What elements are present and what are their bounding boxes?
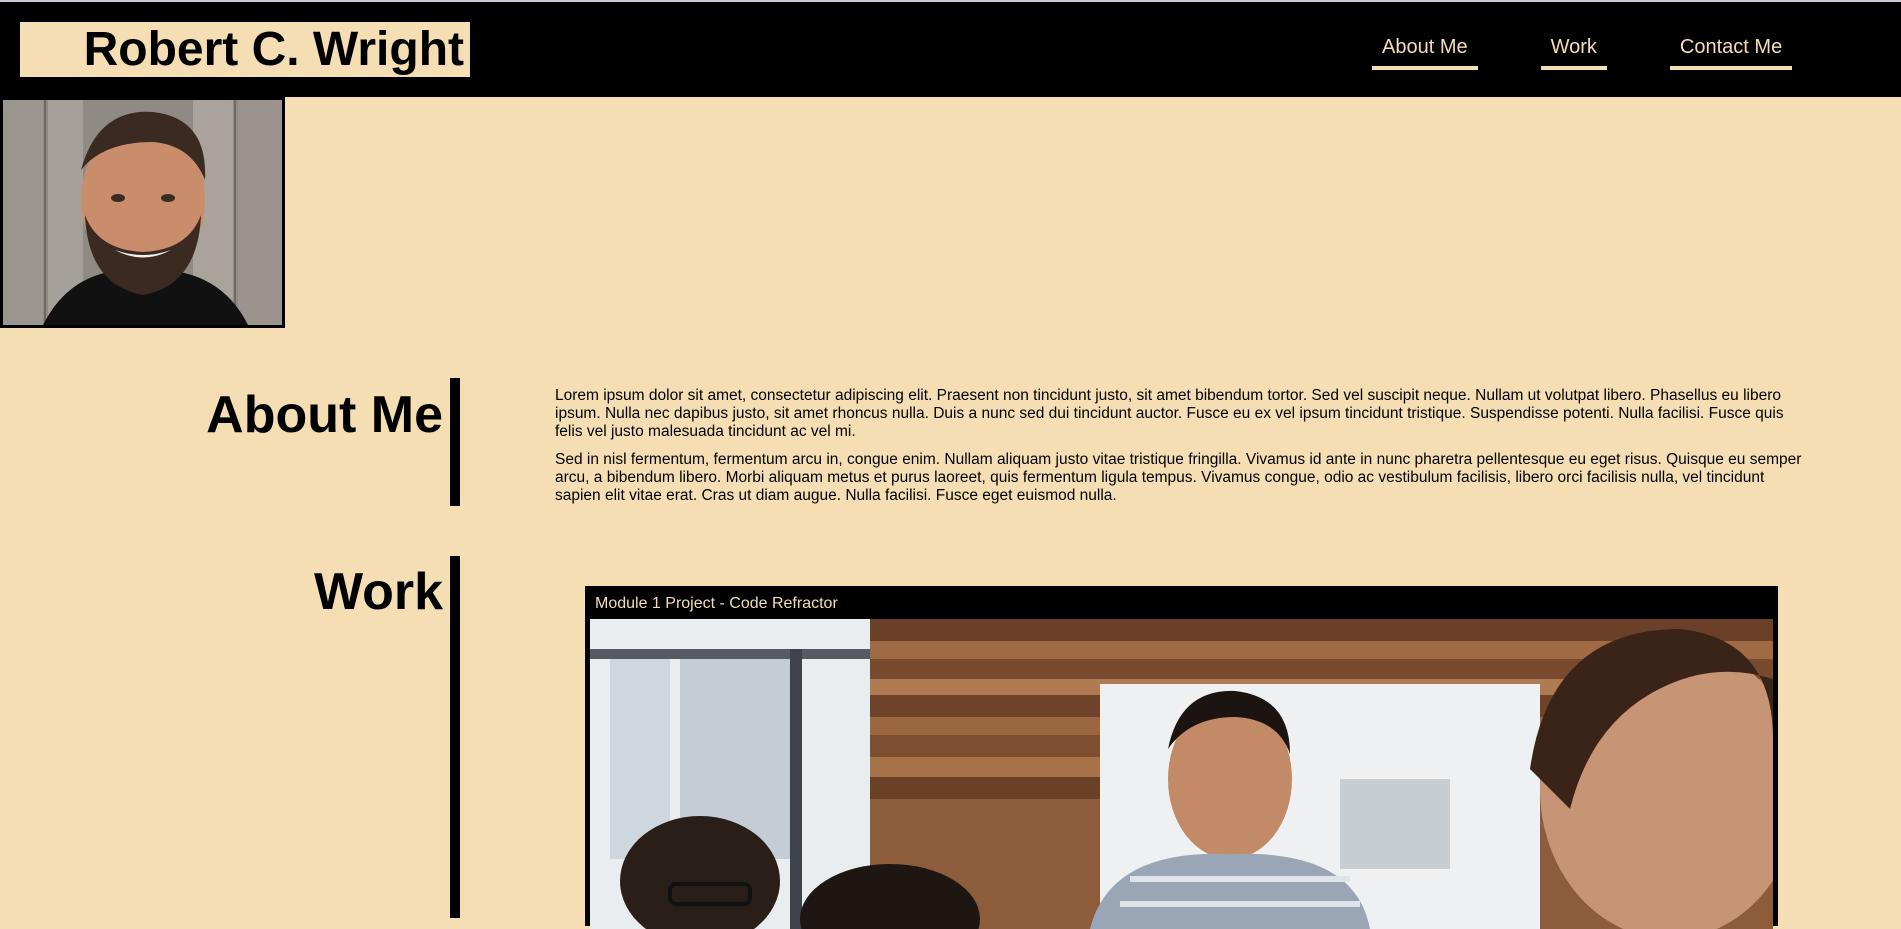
work-heading: Work xyxy=(313,563,443,621)
about-text: Lorem ipsum dolor sit amet, consectetur … xyxy=(555,387,1805,515)
profile-photo xyxy=(0,97,285,328)
work-divider xyxy=(450,556,460,918)
nav-link-work[interactable]: Work xyxy=(1540,34,1607,70)
about-heading: About Me xyxy=(206,386,443,444)
nav-link-contact-me[interactable]: Contact Me xyxy=(1669,34,1793,70)
nav-link-about-me[interactable]: About Me xyxy=(1372,34,1478,70)
project-image[interactable] xyxy=(590,619,1773,929)
about-divider xyxy=(450,378,460,506)
project-title[interactable]: Module 1 Project - Code Refractor xyxy=(590,586,1773,618)
site-title: Robert C. Wright xyxy=(20,22,470,77)
site-header: Robert C. Wright About Me Work Contact M… xyxy=(0,2,1901,97)
about-paragraph: Lorem ipsum dolor sit amet, consectetur … xyxy=(555,387,1784,440)
about-paragraph: Sed in nisl fermentum, fermentum arcu in… xyxy=(555,451,1802,504)
project-card[interactable]: Module 1 Project - Code Refractor xyxy=(585,586,1778,929)
main-nav: About Me Work Contact Me xyxy=(1372,34,1793,70)
